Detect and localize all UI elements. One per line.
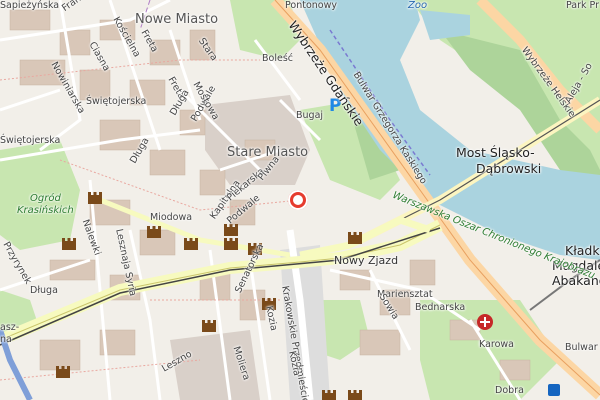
castle-icon[interactable] — [56, 366, 70, 378]
label-stare-miasto: Stare Miasto — [227, 145, 309, 160]
label-ogrod-1: Ogród — [30, 193, 61, 204]
castle-icon[interactable] — [202, 320, 216, 332]
label-most-2: Dąbrowski — [476, 161, 542, 176]
castle-icon[interactable] — [224, 238, 238, 250]
label-bulwar-gen: Bulwar gen — [565, 342, 600, 353]
label-karowa: Karowa — [479, 339, 514, 350]
castle-icon[interactable] — [322, 390, 336, 400]
label-most-1: Most Śląsko- — [456, 145, 535, 160]
label-asz: asz- — [0, 322, 20, 333]
metro-icon[interactable] — [548, 384, 560, 396]
label-bolesc: Boleść — [262, 53, 293, 64]
location-pin-icon[interactable] — [288, 190, 308, 210]
label-nowe-miasto: Nowe Miasto — [135, 12, 219, 27]
label-miodowa: Miodowa — [150, 212, 193, 223]
label-ogrod-2: Krasińskich — [17, 205, 74, 216]
hospital-icon[interactable] — [477, 314, 493, 330]
label-zoo: Zoo — [408, 0, 428, 11]
map-view[interactable]: P Nowe Miasto Stare Miasto Most Śląsko- … — [0, 0, 600, 400]
castle-icon[interactable] — [147, 226, 161, 238]
label-bugaj: Bugaj — [296, 110, 324, 121]
label-dobra: Dobra — [495, 385, 524, 396]
castle-icon[interactable] — [348, 390, 362, 400]
label-bednarska: Bednarska — [415, 302, 466, 313]
label-sapiezynska: Sapieżyńska — [0, 0, 60, 11]
label-pontonowy: Pontonowy — [285, 0, 337, 11]
label-na: na — [0, 334, 12, 345]
castle-icon[interactable] — [88, 192, 102, 204]
label-dluga: Długa — [30, 285, 58, 296]
castle-icon[interactable] — [62, 238, 76, 250]
label-park-praski: Park Pr — [566, 0, 600, 11]
label-nowy-zjazd: Nowy Zjazd — [334, 254, 399, 267]
label-swietojerska: Świętojerska — [0, 135, 61, 146]
castle-icon[interactable] — [184, 238, 198, 250]
label-kladka-1: Kładka — [565, 243, 600, 258]
castle-icon[interactable] — [348, 232, 362, 244]
label-swietojerska-2: Świętojerska — [86, 96, 147, 107]
